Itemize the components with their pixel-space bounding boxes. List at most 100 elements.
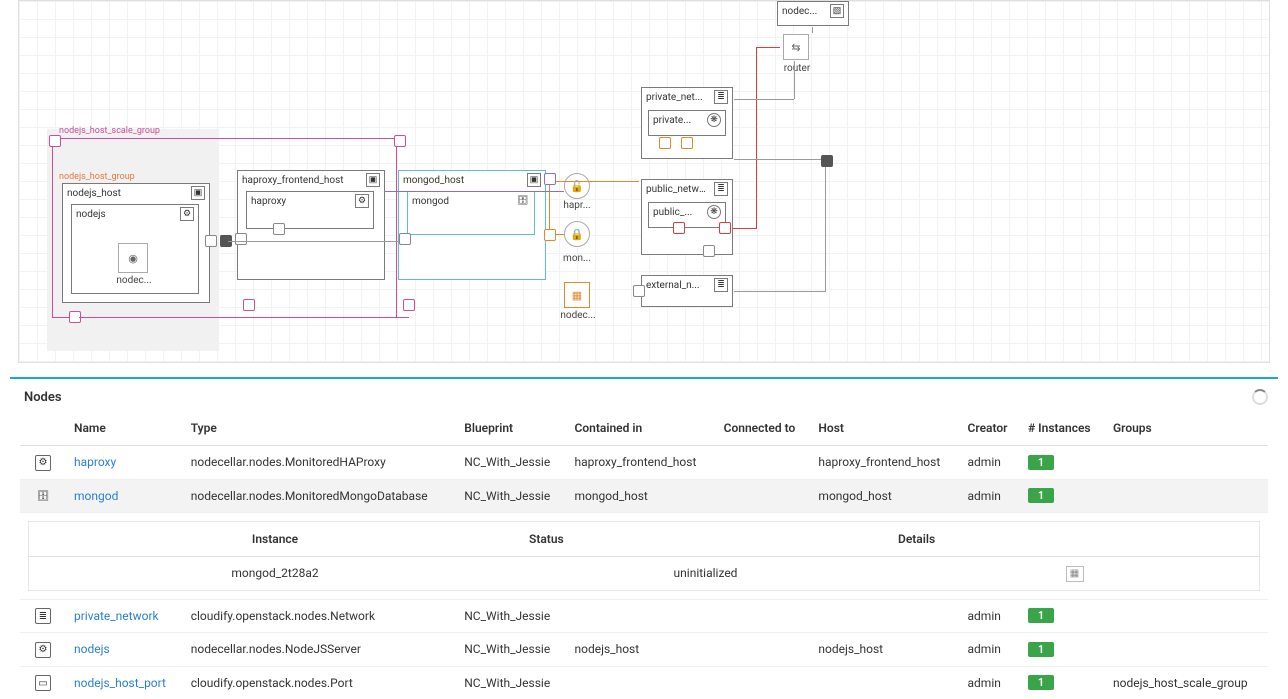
port[interactable] <box>673 222 685 234</box>
cell-groups <box>1105 599 1268 633</box>
port[interactable] <box>235 233 247 245</box>
database-icon: 🗄 <box>35 488 51 504</box>
instance-count: 1 <box>1028 675 1054 690</box>
table-row[interactable]: ≣ private_network cloudify.openstack.nod… <box>20 599 1268 633</box>
cell-contained-in <box>567 599 716 633</box>
instance-count: 1 <box>1028 608 1054 623</box>
node-link[interactable]: nodejs_host_port <box>74 676 166 690</box>
node-mongod-host[interactable]: mongod_host▣ mongod🗄 <box>398 170 546 280</box>
node-public-network[interactable]: public_network≣ public_...❋ <box>641 179 733 255</box>
connection-line <box>228 241 398 242</box>
cell-host <box>810 666 959 699</box>
col-creator[interactable]: Creator <box>960 411 1021 446</box>
cell-connected-to <box>716 599 811 633</box>
node-private-child[interactable]: private...❋ <box>648 110 726 136</box>
port[interactable] <box>243 299 255 311</box>
port[interactable] <box>633 285 645 297</box>
host-icon: ▣ <box>527 173 541 187</box>
col-name[interactable]: Name <box>66 411 183 446</box>
node-link[interactable]: haproxy <box>74 455 116 469</box>
node-label: haproxy <box>251 196 286 207</box>
col-blueprint[interactable]: Blueprint <box>456 411 566 446</box>
node-mongod[interactable]: mongod 🗄 <box>407 191 535 235</box>
connection-line <box>549 181 550 235</box>
app-icon: ⚙ <box>355 194 369 208</box>
table-row[interactable]: ▭ nodejs_host_port cloudify.openstack.no… <box>20 666 1268 699</box>
group-port[interactable] <box>49 135 61 147</box>
hapr-label: hapr... <box>559 200 595 211</box>
cell-connected-to <box>716 666 811 699</box>
col-contained-in[interactable]: Contained in <box>567 411 716 446</box>
group-scale-label: nodejs_host_scale_group <box>56 124 163 138</box>
nodec-inner-label: nodec... <box>112 275 156 286</box>
node-nodejs[interactable]: nodejs ⚙ ◉ nodec... <box>71 204 199 294</box>
node-link[interactable]: mongod <box>74 489 118 503</box>
col-groups[interactable]: Groups <box>1105 411 1268 446</box>
port[interactable] <box>205 235 217 247</box>
port[interactable] <box>273 223 285 235</box>
node-nodec-top[interactable]: nodec...▧ <box>777 1 849 26</box>
cell-contained-in: mongod_host <box>567 479 716 513</box>
port[interactable] <box>544 229 556 241</box>
node-public-child[interactable]: public_...❋ <box>648 202 726 228</box>
cell-connected-to <box>716 479 811 513</box>
connection-line <box>734 99 794 100</box>
col-instances[interactable]: # Instances <box>1020 411 1105 446</box>
col-type[interactable]: Type <box>183 411 457 446</box>
node-link[interactable]: private_network <box>74 609 159 623</box>
port[interactable] <box>681 137 693 149</box>
group-aux-label: nodejs_host_group <box>56 170 138 184</box>
host-icon: ▣ <box>191 186 205 200</box>
port[interactable] <box>719 222 731 234</box>
cell-groups <box>1105 633 1268 667</box>
node-external-n[interactable]: external_n... ≣ <box>641 275 733 307</box>
topology-canvas[interactable]: nodec...▧ ⇆ router private_net...≣ priva… <box>18 0 1270 363</box>
node-haproxy[interactable]: haproxy ⚙ <box>246 191 374 229</box>
node-label: mongod <box>412 196 449 207</box>
router-icon-box[interactable]: ⇆ <box>783 34 809 60</box>
col-connected-to[interactable]: Connected to <box>716 411 811 446</box>
table-row[interactable]: 🗄 mongod nodecellar.nodes.MonitoredMongo… <box>20 479 1268 513</box>
database-icon: 🗄 <box>516 194 530 208</box>
connection-line <box>734 291 826 292</box>
app-icon: ⚙ <box>35 642 51 658</box>
connection-line <box>812 27 813 33</box>
app-icon: ⚙ <box>35 455 51 471</box>
cell-connected-to <box>716 633 811 667</box>
group-port[interactable] <box>394 135 406 147</box>
network-icon: ≣ <box>714 278 728 292</box>
connection-line <box>794 61 795 99</box>
connection-line <box>825 159 826 291</box>
port[interactable] <box>703 245 715 257</box>
node-haproxy-host[interactable]: haproxy_frontend_host▣ haproxy⚙ <box>237 170 385 280</box>
port[interactable] <box>821 155 833 167</box>
cell-contained-in: nodejs_host <box>567 633 716 667</box>
instance-col-details: Details <box>890 522 1259 557</box>
app-icon: ⚙ <box>180 207 194 221</box>
float-icon-1[interactable]: 🔓 <box>564 173 590 199</box>
node-label: public_network <box>646 184 708 195</box>
port[interactable] <box>544 173 556 185</box>
port[interactable] <box>399 233 411 245</box>
cell-type: nodecellar.nodes.NodeJSServer <box>183 633 457 667</box>
table-row[interactable]: ⚙ nodejs nodecellar.nodes.NodeJSServer N… <box>20 633 1268 667</box>
float-icon-2[interactable]: 🔒 <box>564 221 590 247</box>
node-link[interactable]: nodejs <box>74 642 110 656</box>
node-label: nodejs <box>76 209 106 220</box>
col-host[interactable]: Host <box>810 411 959 446</box>
port[interactable] <box>659 137 671 149</box>
nodec-inner-icon[interactable]: ◉ <box>118 243 148 273</box>
float-icon-3[interactable]: ▦ <box>564 282 590 308</box>
connection-line <box>549 181 639 182</box>
lock-icon: 🔒 <box>570 228 584 241</box>
cell-groups <box>1105 446 1268 480</box>
port[interactable] <box>403 299 415 311</box>
node-nodejs-host[interactable]: nodejs_host▣ nodejs⚙ ◉ nodec... <box>62 183 210 303</box>
nodes-table: Name Type Blueprint Contained in Connect… <box>20 411 1268 699</box>
mon-label: mon... <box>559 253 595 264</box>
cell-host <box>810 599 959 633</box>
instance-row[interactable]: mongod_2t28a2 uninitialized ▦ <box>29 557 1259 590</box>
table-row[interactable]: ⚙ haproxy nodecellar.nodes.MonitoredHAPr… <box>20 446 1268 480</box>
details-grid-icon[interactable]: ▦ <box>1066 566 1084 582</box>
node-label: external_n... <box>646 280 700 291</box>
